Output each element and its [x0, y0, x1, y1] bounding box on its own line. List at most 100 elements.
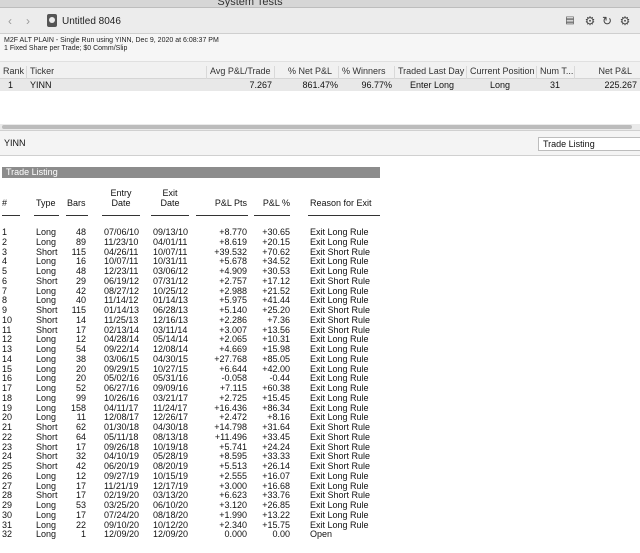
exit-reason: Exit Long Rule [310, 392, 369, 403]
trade-type: Long [36, 266, 57, 276]
refresh-icon[interactable]: ↻ [600, 14, 614, 28]
trade-row: 26 Long 12 09/27/19 10/15/19 +2.555 +16.07 Exit… [0, 471, 400, 481]
exit-date: 01/14/13 [153, 295, 189, 306]
exit-date: 03/11/14 [153, 324, 188, 335]
exit-reason: Exit Long Rule [310, 295, 369, 306]
pl-points: +16.436 [214, 402, 247, 413]
trade-bars: 99 [75, 392, 86, 403]
pl-points: +2.555 [219, 470, 247, 481]
trade-row: 7 Long 42 08/27/12 10/25/12 +2.988 +21.52 Exit … [0, 286, 400, 296]
pl-points: +5.975 [219, 295, 247, 306]
pl-percent: +10.31 [262, 334, 290, 345]
trade-bars: 14 [75, 314, 86, 325]
run-info: M2F ALT PLAIN - Single Run using YINN, D… [0, 34, 640, 62]
entry-date: 12/23/11 [104, 266, 139, 276]
gear-cluster-icon[interactable]: ⚙ [583, 14, 597, 28]
trade-bars: 62 [75, 422, 86, 432]
cell-winners: 96.77% [361, 80, 392, 90]
window-titlebar: System Tests [0, 0, 640, 8]
trade-row: 31 Long 22 09/10/20 10/12/20 +2.340 +15.75 Exit… [0, 520, 400, 530]
pl-percent: +15.98 [262, 344, 290, 354]
trade-bars: 89 [75, 236, 86, 247]
toolbar: ‹ › Untitled 8046 ▤ ⚙ ↻ ⚙ [0, 8, 640, 34]
pl-percent: +34.52 [262, 256, 290, 267]
trade-type: Long [36, 509, 57, 520]
trade-row: 9 Short 115 01/14/13 06/28/13 +5.140 +25.20 Exi… [0, 305, 400, 315]
results-row[interactable]: 1 YINN 7.267 861.47% 96.77% Enter Long L… [0, 79, 640, 91]
cell-net-pl: 225.267 [604, 80, 637, 90]
pl-percent: +30.65 [262, 227, 290, 237]
trade-type: Long [36, 256, 57, 267]
cell-net-pl-pct: 861.47% [302, 80, 338, 90]
entry-date: 09/29/15 [104, 363, 140, 374]
pl-points: +6.623 [219, 490, 247, 501]
trade-num: 27 [2, 480, 13, 491]
back-icon[interactable]: ‹ [4, 14, 16, 28]
exit-reason: Exit Long Rule [310, 285, 369, 296]
view-select[interactable]: Trade Listing [538, 137, 640, 151]
trade-num: 3 [2, 246, 8, 257]
trade-num: 4 [2, 256, 8, 267]
pl-percent: +16.07 [262, 470, 290, 481]
entry-date: 09/10/20 [104, 519, 140, 530]
trade-num: 7 [2, 285, 8, 296]
trade-num: 11 [2, 324, 12, 335]
forward-icon[interactable]: › [22, 14, 34, 28]
settings-gear-icon[interactable]: ⚙ [618, 14, 632, 28]
entry-date: 04/26/11 [104, 246, 139, 257]
trade-type: Long [36, 285, 57, 296]
detail-bar: YINN Trade Listing [0, 130, 640, 156]
trade-row: 15 Long 20 09/29/15 10/27/15 +6.644 +42.00 Exit… [0, 364, 400, 374]
pl-points: -0.058 [221, 373, 247, 384]
exit-date: 12/09/20 [153, 529, 189, 540]
trade-bars: 20 [75, 363, 86, 374]
exit-reason: Open [310, 529, 333, 540]
pl-percent: +42.00 [262, 363, 290, 374]
trade-type: Long [36, 334, 57, 345]
window-title: System Tests [217, 0, 283, 8]
trade-num: 25 [2, 461, 13, 471]
pl-percent: +41.44 [262, 295, 290, 306]
exit-reason: Exit Short Rule [310, 422, 371, 432]
trade-row: 4 Long 16 10/07/11 10/31/11 +5.678 +34.52 Exit … [0, 256, 400, 266]
pl-points: +2.340 [219, 519, 247, 530]
pl-points: +3.000 [219, 480, 247, 491]
scrollbar-thumb[interactable] [2, 125, 632, 129]
trade-row: 17 Long 52 06/27/16 09/09/16 +7.115 +60.38 Exit… [0, 383, 400, 393]
exit-reason: Exit Short Rule [310, 451, 371, 462]
col-underline [34, 215, 59, 216]
trade-row: 8 Long 40 11/14/12 01/14/13 +5.975 +41.44 Exit … [0, 295, 400, 305]
trade-row: 14 Long 38 03/06/15 04/30/15 +27.768 +85.05 Exi… [0, 354, 400, 364]
trade-listing-title: Trade Listing [2, 167, 380, 178]
trade-bars: 53 [75, 500, 86, 510]
trade-row: 13 Long 54 09/22/14 12/08/14 +4.669 +15.98 Exit… [0, 344, 400, 354]
trade-num: 9 [2, 305, 8, 315]
trade-bars: 48 [75, 227, 86, 237]
exit-date: 09/13/10 [153, 227, 189, 237]
exit-reason: Exit Long Rule [310, 500, 369, 510]
entry-date: 01/30/18 [104, 422, 140, 432]
trade-bars: 17 [75, 324, 86, 335]
exit-date: 10/12/20 [153, 519, 189, 530]
trade-bars: 1 [80, 529, 86, 540]
trade-num: 12 [2, 334, 13, 345]
pl-percent: +15.75 [262, 519, 290, 530]
exit-reason: Exit Long Rule [310, 470, 369, 481]
run-settings: 1 Fixed Share per Trade; $0 Comm/Slip [4, 45, 128, 52]
trade-num: 8 [2, 295, 8, 306]
exit-date: 12/08/14 [153, 344, 189, 354]
run-description: M2F ALT PLAIN - Single Run using YINN, D… [4, 37, 219, 44]
col-underline [254, 215, 290, 216]
pl-percent: +30.53 [262, 266, 290, 276]
entry-date: 10/26/16 [104, 392, 140, 403]
trade-row: 32 Long 1 12/09/20 12/09/20 0.000 0.00 Open [0, 529, 400, 539]
exit-date: 10/31/11 [153, 256, 188, 267]
entry-date: 09/27/19 [104, 470, 140, 481]
trade-bars: 115 [71, 305, 86, 315]
table-icon[interactable]: ▤ [563, 14, 577, 28]
trade-type: Short [36, 441, 58, 452]
entry-date: 10/07/11 [104, 256, 139, 267]
trade-bars: 40 [75, 295, 86, 306]
exit-date: 03/13/20 [153, 490, 189, 501]
trade-bars: 64 [75, 431, 86, 442]
